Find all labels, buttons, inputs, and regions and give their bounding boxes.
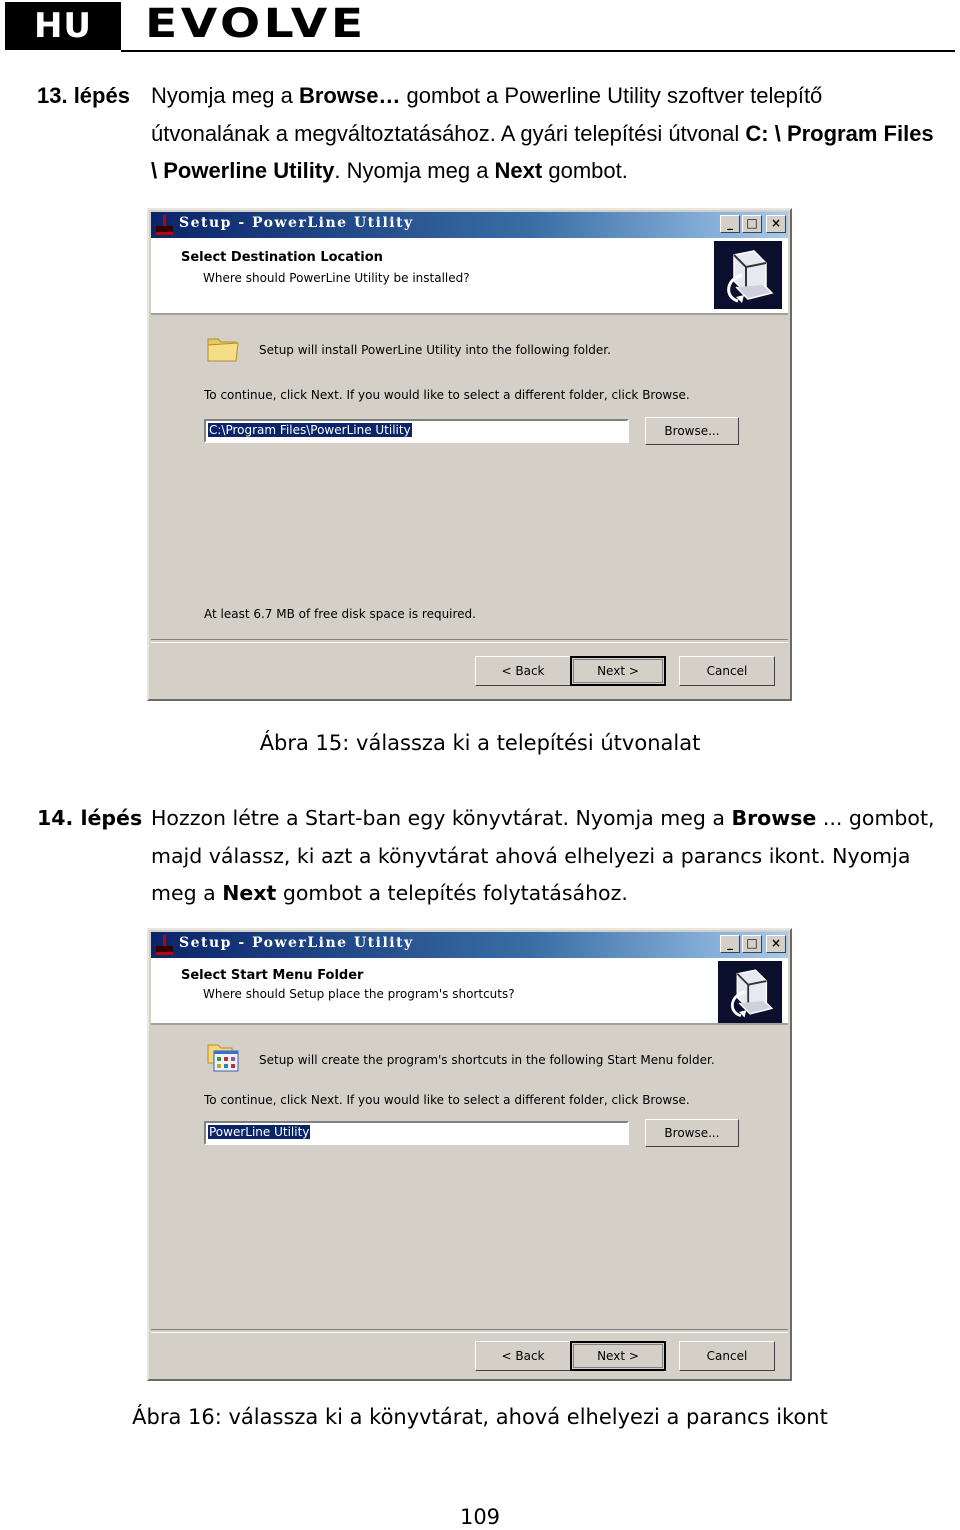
minimize-button[interactable]: _ bbox=[720, 935, 740, 953]
back-button[interactable]: < Back bbox=[475, 656, 571, 686]
text-segment: Nyomja meg a bbox=[151, 83, 299, 108]
setup-dialog-destination: Setup - PowerLine Utility _ □ × Select D… bbox=[147, 208, 792, 701]
setup-computer-icon bbox=[714, 241, 782, 309]
step-14: 14. lépés Hozzon létre a Start-ban egy k… bbox=[37, 800, 937, 913]
text-segment: Hozzon létre a Start-ban egy könyvtárat.… bbox=[151, 806, 732, 830]
step-13: 13. lépés Nyomja meg a Browse… gombot a … bbox=[37, 77, 937, 190]
next-button[interactable]: Next > bbox=[570, 656, 666, 686]
text-segment: gombot a telepítés folytatásához. bbox=[276, 881, 628, 905]
window-controls: _ □ × bbox=[720, 935, 786, 953]
step-number: 14. lépés bbox=[37, 806, 143, 830]
app-icon bbox=[156, 935, 173, 955]
instruction-text: To continue, click Next. If you would li… bbox=[204, 1093, 690, 1107]
step-number: 13. lépés bbox=[37, 83, 130, 108]
text-segment-bold: Browse… bbox=[298, 83, 401, 108]
figure-caption: Ábra 16: válassza ki a könyvtárat, ahová… bbox=[132, 1405, 828, 1429]
figure-caption: Ábra 15: válassza ki a telepítési útvona… bbox=[259, 731, 701, 755]
install-path-input[interactable]: C:\Program Files\PowerLine Utility bbox=[204, 419, 629, 443]
window-controls: _ □ × bbox=[720, 215, 786, 233]
separator bbox=[151, 1329, 788, 1333]
title-bar[interactable]: Setup - PowerLine Utility _ □ × bbox=[151, 212, 788, 238]
page-header: HU EVOLVE bbox=[5, 2, 955, 52]
brand-logo: EVOLVE bbox=[145, 1, 367, 47]
instruction-text: To continue, click Next. If you would li… bbox=[204, 388, 690, 402]
wizard-heading: Select Start Menu Folder bbox=[181, 968, 364, 983]
text-segment-bold: Next bbox=[222, 881, 277, 905]
start-menu-folder-icon bbox=[207, 1044, 239, 1072]
window-title: Setup - PowerLine Utility bbox=[179, 935, 414, 951]
page-number: 109 bbox=[459, 1505, 501, 1529]
shortcut-message: Setup will create the program's shortcut… bbox=[259, 1053, 715, 1067]
text-segment-bold: Next bbox=[494, 158, 543, 183]
step-text: Hozzon létre a Start-ban egy könyvtárat.… bbox=[151, 800, 937, 913]
text-segment: gombot. bbox=[542, 158, 628, 183]
browse-button[interactable]: Browse... bbox=[645, 417, 739, 445]
maximize-button[interactable]: □ bbox=[742, 215, 762, 233]
text-segment: . Nyomja meg a bbox=[334, 158, 495, 183]
back-button[interactable]: < Back bbox=[475, 1341, 571, 1371]
wizard-subheading: Where should Setup place the program's s… bbox=[203, 987, 515, 1001]
maximize-button[interactable]: □ bbox=[742, 935, 762, 953]
install-message: Setup will install PowerLine Utility int… bbox=[259, 343, 611, 357]
cancel-button[interactable]: Cancel bbox=[679, 656, 775, 686]
close-button[interactable]: × bbox=[766, 215, 786, 233]
separator bbox=[151, 639, 788, 643]
wizard-heading: Select Destination Location bbox=[181, 250, 383, 265]
text-segment-bold: Browse bbox=[731, 806, 817, 830]
close-button[interactable]: × bbox=[766, 935, 786, 953]
minimize-button[interactable]: _ bbox=[720, 215, 740, 233]
cancel-button[interactable]: Cancel bbox=[679, 1341, 775, 1371]
folder-icon bbox=[207, 338, 239, 362]
wizard-subheading: Where should PowerLine Utility be instal… bbox=[203, 271, 470, 285]
selected-folder-text: PowerLine Utility bbox=[208, 1125, 311, 1139]
window-title: Setup - PowerLine Utility bbox=[179, 215, 414, 231]
app-icon bbox=[156, 215, 173, 235]
disk-space-message: At least 6.7 MB of free disk space is re… bbox=[204, 607, 476, 621]
title-bar[interactable]: Setup - PowerLine Utility _ □ × bbox=[151, 932, 788, 958]
setup-computer-icon bbox=[718, 961, 782, 1023]
browse-button[interactable]: Browse... bbox=[645, 1119, 739, 1147]
header-rule bbox=[121, 50, 955, 52]
step-text: Nyomja meg a Browse… gombot a Powerline … bbox=[151, 77, 937, 190]
setup-dialog-start-menu: Setup - PowerLine Utility _ □ × Select S… bbox=[147, 928, 792, 1381]
selected-path-text: C:\Program Files\PowerLine Utility bbox=[208, 423, 412, 437]
wizard-header: Select Destination Location Where should… bbox=[151, 238, 788, 315]
next-button[interactable]: Next > bbox=[570, 1341, 666, 1371]
language-badge: HU bbox=[5, 2, 121, 50]
start-menu-folder-input[interactable]: PowerLine Utility bbox=[204, 1121, 629, 1145]
wizard-header: Select Start Menu Folder Where should Se… bbox=[151, 958, 788, 1025]
